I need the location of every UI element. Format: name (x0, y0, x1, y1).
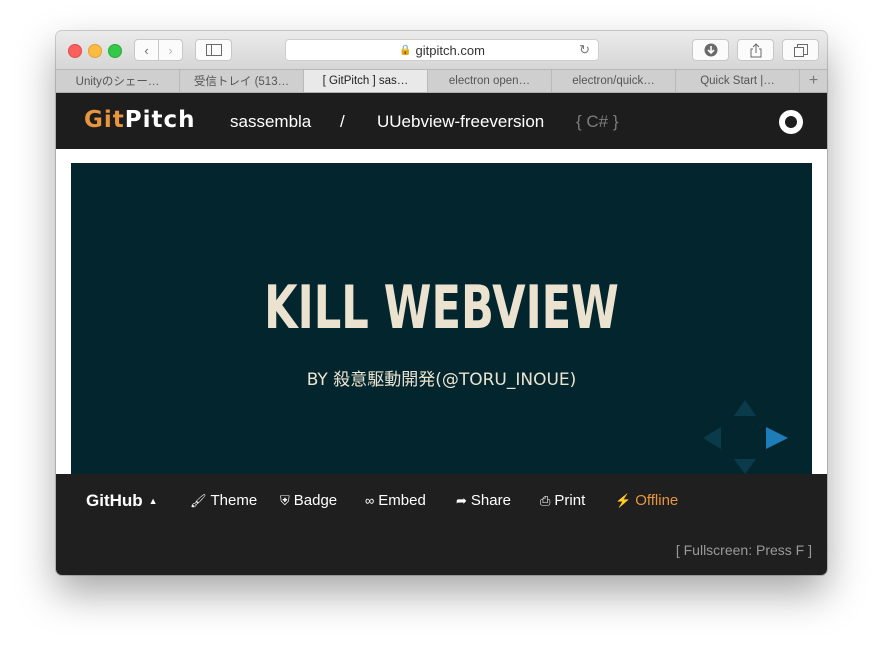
theme-label: Theme (210, 492, 258, 509)
print-button[interactable]: ⎙ Print (540, 492, 585, 509)
slide-area: KILL WEBVIEW BY 殺意駆動開発(@TORU_INOUE) (56, 149, 827, 474)
theme-button[interactable]: 🖌 Theme (190, 492, 257, 509)
fullscreen-hint: [ Fullscreen: Press F ] (675, 542, 812, 558)
tab-quick-start[interactable]: Quick Start |… (676, 70, 800, 92)
link-icon: ∞ (365, 493, 375, 508)
reload-icon[interactable]: ↻ (579, 42, 590, 58)
caret-up-icon: ▲ (148, 496, 158, 506)
tab-gitpitch[interactable]: [ GitPitch ] sas… (304, 70, 428, 92)
address-text: gitpitch.com (415, 42, 485, 58)
zoom-window-button[interactable] (108, 44, 122, 58)
chevron-right-icon: › (168, 42, 173, 58)
back-button[interactable]: ‹ (134, 39, 159, 61)
logo-git: Git (84, 107, 125, 133)
print-label: Print (554, 492, 586, 509)
tab-bar: Unityのシェー… 受信トレイ (513… [ GitPitch ] sas…… (56, 69, 827, 93)
embed-label: Embed (378, 492, 426, 509)
share-arrow-icon: ➦ (456, 492, 467, 508)
nav-up-arrow-icon[interactable] (734, 400, 756, 416)
gitpitch-logo[interactable]: GitPitch (84, 107, 196, 133)
download-icon (704, 43, 717, 57)
browser-toolbar: ‹ › 🔒 gitpitch.com ↻ (56, 31, 827, 69)
repo-name-link[interactable]: UUebview-freeversion (377, 112, 544, 132)
share-label: Share (470, 492, 511, 509)
nav-left-arrow-icon[interactable] (703, 427, 721, 449)
slide[interactable]: KILL WEBVIEW BY 殺意駆動開発(@TORU_INOUE) (71, 163, 812, 474)
logo-pitch: Pitch (124, 107, 196, 133)
nav-right-arrow-icon[interactable] (766, 427, 788, 449)
tab-electron-quick[interactable]: electron/quick… (552, 70, 676, 92)
embed-button[interactable]: ∞ Embed (365, 492, 426, 509)
badge-button[interactable]: ⛨ Badge (280, 492, 337, 509)
tabs-icon (793, 43, 808, 57)
tab-inbox[interactable]: 受信トレイ (513… (180, 70, 304, 92)
browser-window: ‹ › 🔒 gitpitch.com ↻ Unityのシェー… 受信トレイ (5… (56, 31, 827, 575)
offline-label: Offline (635, 492, 679, 509)
shield-icon: ⛨ (280, 492, 290, 508)
share-link-button[interactable]: ➦ Share (456, 492, 511, 509)
offline-button[interactable]: ⚡ Offline (615, 492, 678, 509)
tab-unity[interactable]: Unityのシェー… (56, 70, 180, 92)
badge-label: Badge (293, 492, 338, 509)
lock-icon: 🔒 (399, 44, 412, 56)
github-menu-button[interactable]: GitHub ▲ (86, 491, 158, 511)
repo-user-link[interactable]: sassembla (230, 112, 311, 132)
print-icon: ⎙ (540, 492, 551, 508)
plug-icon: ⚡ (615, 492, 632, 508)
nav-down-arrow-icon[interactable] (734, 459, 756, 474)
sidebar-toggle-button[interactable] (195, 39, 232, 61)
minimize-window-button[interactable] (88, 44, 102, 58)
brush-icon: 🖌 (190, 492, 207, 508)
github-icon[interactable] (779, 110, 803, 134)
forward-button[interactable]: › (158, 39, 183, 61)
close-window-button[interactable] (68, 44, 82, 58)
tab-electron-open[interactable]: electron open… (428, 70, 552, 92)
slide-title: KILL WEBVIEW (264, 273, 619, 343)
sidebar-icon (205, 44, 222, 56)
repo-language: { C# } (576, 112, 619, 131)
downloads-button[interactable] (692, 39, 729, 61)
share-button[interactable] (737, 39, 774, 61)
show-tabs-button[interactable] (782, 39, 819, 61)
chevron-left-icon: ‹ (144, 42, 149, 58)
gitpitch-header: GitPitch sassembla / UUebview-freeversio… (56, 93, 827, 149)
share-icon (750, 42, 761, 57)
gitpitch-footer: GitHub ▲ 🖌 Theme ⛨ Badge ∞ Embed ➦ Share ⎙ Pri… (56, 474, 827, 575)
path-separator: / (340, 112, 345, 131)
slide-subtitle: BY 殺意駆動開発(@TORU_INOUE) (306, 370, 577, 390)
github-menu-label: GitHub (86, 491, 143, 510)
address-bar[interactable]: 🔒 gitpitch.com ↻ (285, 39, 599, 61)
new-tab-button[interactable]: + (800, 70, 827, 92)
